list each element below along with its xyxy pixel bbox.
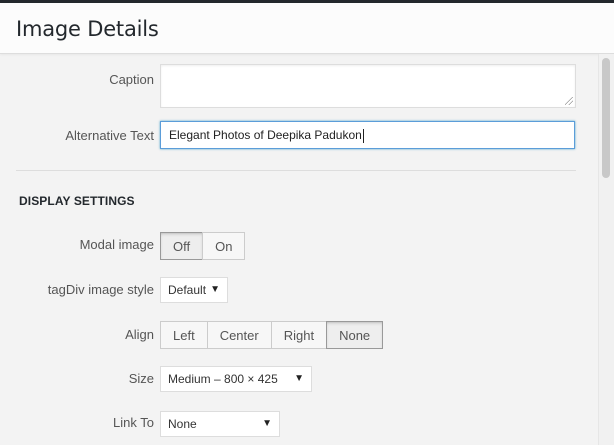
align-label: Align (125, 327, 154, 342)
image-style-label: tagDiv image style (47, 282, 154, 297)
scrollbar-thumb[interactable] (602, 58, 610, 178)
modal-image-label: Modal image (79, 237, 154, 252)
size-select[interactable]: Medium – 800 × 425 ▼ (160, 366, 312, 392)
align-none-button[interactable]: None (326, 321, 384, 349)
modal-header: Image Details (0, 3, 614, 54)
image-style-select[interactable]: Default ▼ (160, 277, 228, 303)
section-divider (16, 170, 576, 171)
chevron-down-icon: ▼ (210, 284, 220, 295)
align-button-group: Left Center Right None (160, 321, 384, 349)
chevron-down-icon: ▼ (262, 418, 272, 429)
text-caret (362, 128, 364, 143)
modal-on-button[interactable]: On (202, 232, 246, 260)
display-settings-title: DISPLAY SETTINGS (19, 194, 135, 208)
modal-off-button[interactable]: Off (160, 232, 203, 260)
link-to-value: None (168, 417, 197, 431)
alt-text-value: Elegant Photos of Deepika Padukon (169, 128, 362, 142)
alt-text-input[interactable]: Elegant Photos of Deepika Padukon (160, 121, 575, 149)
size-value: Medium – 800 × 425 (168, 372, 278, 386)
link-to-label: Link To (113, 415, 154, 430)
resize-grip-icon[interactable] (565, 97, 573, 105)
align-left-button[interactable]: Left (160, 321, 207, 349)
link-to-select[interactable]: None ▼ (160, 411, 280, 437)
size-label: Size (128, 371, 154, 386)
chevron-down-icon: ▼ (294, 373, 304, 384)
page-title: Image Details (16, 17, 159, 41)
alt-text-label: Alternative Text (65, 128, 154, 143)
caption-textarea[interactable] (160, 64, 576, 108)
align-center-button[interactable]: Center (206, 321, 271, 349)
align-right-button[interactable]: Right (270, 321, 327, 349)
modal-image-toggle: Off On (160, 232, 246, 260)
image-style-value: Default (168, 283, 207, 297)
caption-label: Caption (109, 72, 154, 87)
